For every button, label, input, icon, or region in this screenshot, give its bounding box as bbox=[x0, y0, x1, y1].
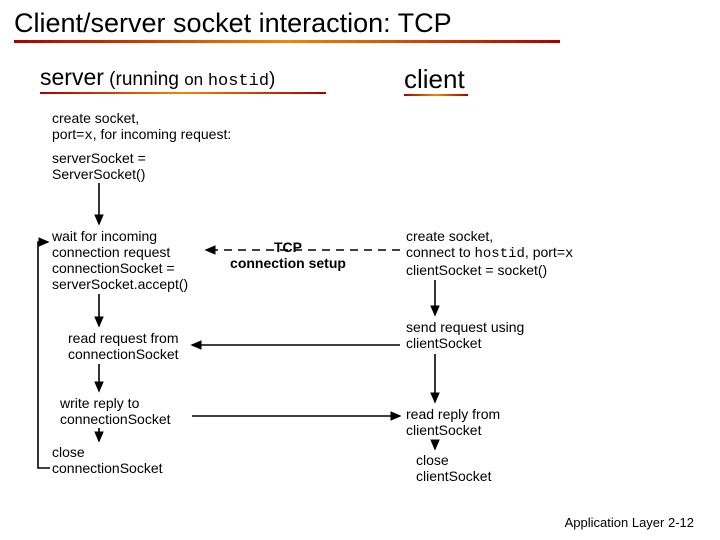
client-close: close clientSocket bbox=[416, 452, 491, 484]
server-heading-hostid: hostid bbox=[208, 72, 269, 91]
txt: serverSocket = bbox=[52, 150, 146, 166]
txt: clientSocket = socket() bbox=[406, 262, 547, 278]
txt: wait for incoming bbox=[52, 228, 157, 244]
server-heading-underline bbox=[40, 92, 326, 94]
client-send-request: send request using clientSocket bbox=[406, 319, 524, 351]
server-heading-on: on bbox=[184, 70, 208, 89]
txt: read request from bbox=[68, 330, 179, 346]
server-close: close connectionSocket bbox=[52, 444, 163, 476]
txt: ServerSocket() bbox=[52, 166, 145, 182]
server-heading-running: (running bbox=[104, 69, 184, 90]
txt: connectionSocket bbox=[60, 411, 171, 427]
txt: read reply from bbox=[406, 406, 500, 422]
client-heading-underline bbox=[404, 94, 468, 96]
client-heading: client bbox=[404, 64, 465, 95]
txt: close bbox=[52, 444, 85, 460]
txt: Application Layer bbox=[565, 515, 665, 530]
txt: write reply to bbox=[60, 395, 139, 411]
txt: x bbox=[84, 128, 92, 144]
txt: serverSocket.accept() bbox=[52, 276, 188, 292]
client-create-socket: create socket, connect to hostid, port=x… bbox=[406, 228, 573, 278]
server-write-reply: write reply to connectionSocket bbox=[60, 395, 171, 427]
txt: create socket, bbox=[406, 228, 493, 244]
txt: clientSocket bbox=[406, 335, 481, 351]
txt: connection setup bbox=[230, 255, 346, 271]
server-heading-paren: ) bbox=[269, 69, 275, 90]
slide-footer: Application Layer 2-12 bbox=[565, 515, 694, 530]
txt: send request using bbox=[406, 319, 524, 335]
server-serversocket: serverSocket = ServerSocket() bbox=[52, 150, 146, 182]
server-create-socket: create socket, port=x, for incoming requ… bbox=[52, 110, 231, 144]
txt: connection request bbox=[52, 244, 170, 260]
txt: clientSocket bbox=[406, 422, 481, 438]
client-read-reply: read reply from clientSocket bbox=[406, 406, 500, 438]
txt: , for incoming request: bbox=[93, 126, 232, 142]
txt: connectionSocket = bbox=[52, 260, 175, 276]
txt: connectionSocket bbox=[52, 460, 163, 476]
arrow-server-loop bbox=[38, 242, 50, 468]
server-read-request: read request from connectionSocket bbox=[68, 330, 179, 362]
txt: port= bbox=[52, 126, 84, 142]
txt: close bbox=[416, 452, 449, 468]
txt: connectionSocket bbox=[68, 346, 179, 362]
txt: x bbox=[565, 246, 573, 262]
txt: TCP bbox=[274, 239, 302, 255]
txt: connect to bbox=[406, 244, 475, 260]
txt: hostid bbox=[475, 246, 525, 262]
server-heading: server (running on hostid) bbox=[40, 64, 275, 91]
txt: create socket, bbox=[52, 110, 139, 126]
slide-title: Client/server socket interaction: TCP bbox=[14, 8, 452, 39]
tcp-setup-label: TCP connection setup bbox=[208, 239, 368, 271]
server-wait-accept: wait for incoming connection request con… bbox=[52, 228, 188, 292]
txt: clientSocket bbox=[416, 468, 491, 484]
server-heading-word: server bbox=[40, 64, 104, 90]
txt: 2-12 bbox=[664, 515, 694, 530]
title-underline bbox=[14, 40, 560, 43]
txt: , port= bbox=[525, 244, 565, 260]
